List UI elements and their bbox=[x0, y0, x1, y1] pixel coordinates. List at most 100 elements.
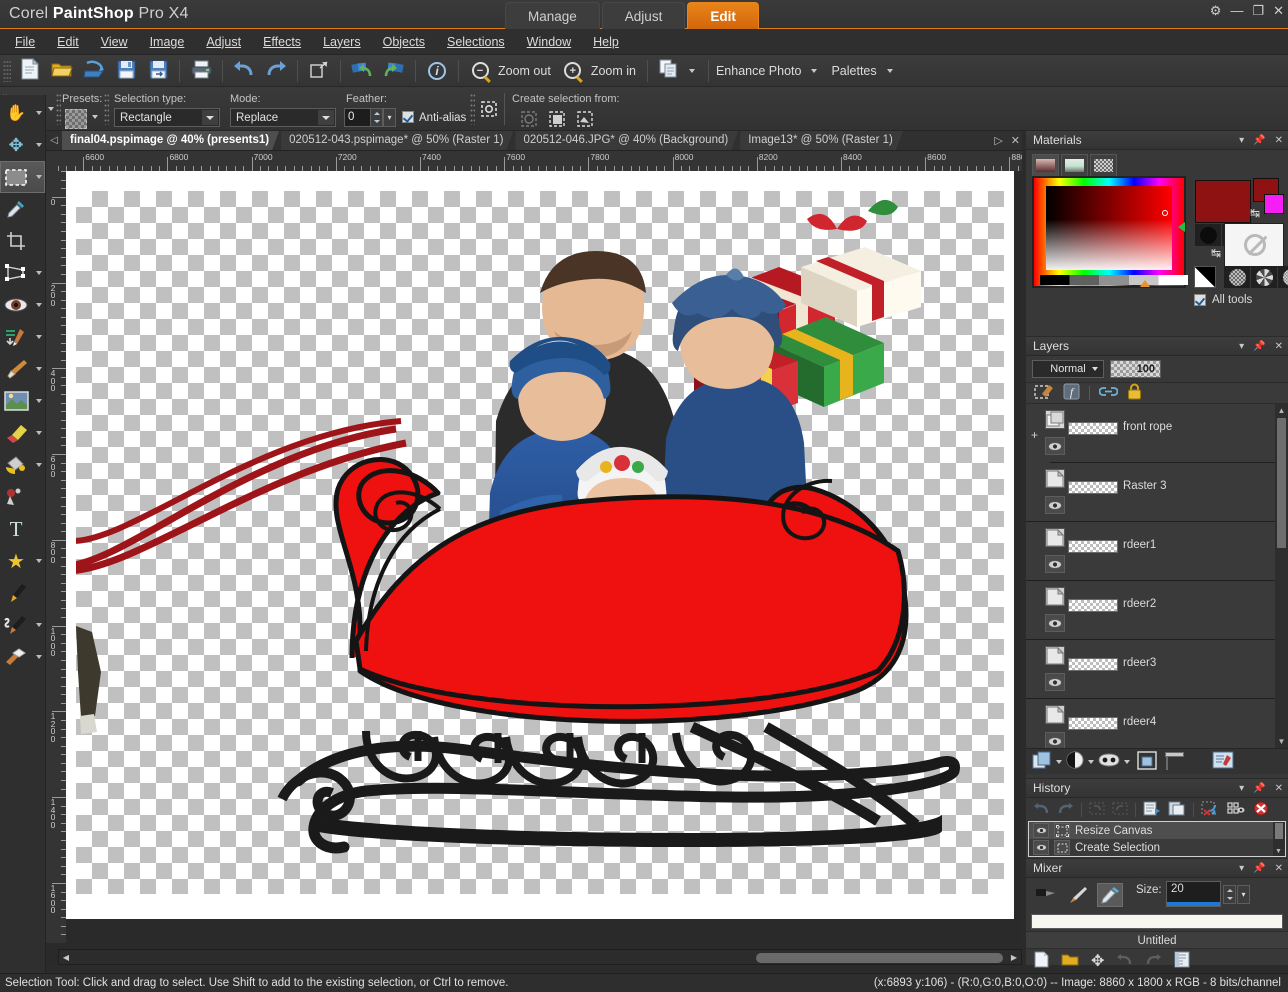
lock-layers-icon[interactable] bbox=[1127, 383, 1142, 403]
layer-group-expand-icon[interactable]: + bbox=[1031, 428, 1038, 442]
menu-selections[interactable]: Selections bbox=[436, 32, 516, 52]
duplicate-button[interactable] bbox=[653, 56, 685, 86]
layer-visibility-toggle[interactable] bbox=[1045, 614, 1065, 632]
image-canvas[interactable] bbox=[66, 171, 1014, 919]
foreground-color-swatch[interactable] bbox=[1195, 180, 1251, 223]
active-tool-chevron-down-icon[interactable] bbox=[48, 107, 54, 111]
swap-colors-icon[interactable]: ↹ bbox=[1250, 206, 1260, 220]
warp-flyout-arrow[interactable] bbox=[36, 623, 42, 627]
tool-selection[interactable] bbox=[0, 161, 45, 193]
layer-properties-button[interactable] bbox=[1212, 751, 1234, 772]
tab-manage[interactable]: Manage bbox=[505, 2, 600, 29]
layer-opacity-slider[interactable]: 100 bbox=[1110, 360, 1161, 378]
history-list[interactable]: Resize Canvas Create Selection ▼ bbox=[1028, 821, 1286, 857]
history-selective-undo-icon[interactable] bbox=[1089, 802, 1105, 818]
redo-button[interactable] bbox=[260, 56, 292, 86]
vertical-ruler[interactable]: 0 200 400 600 800 1000 1200 1400 1600 bbox=[46, 171, 66, 943]
reset-black-white-button[interactable] bbox=[1194, 266, 1216, 288]
all-tools-checkbox[interactable] bbox=[1194, 294, 1206, 306]
unmix-button[interactable] bbox=[1116, 953, 1133, 969]
redo-all-button[interactable] bbox=[378, 56, 410, 86]
history-scroll-thumb[interactable] bbox=[1275, 823, 1283, 839]
materials-pin-icon[interactable]: 📌 bbox=[1253, 135, 1265, 146]
antialias-checkbox[interactable] bbox=[402, 111, 414, 123]
history-undo-icon[interactable] bbox=[1033, 802, 1050, 818]
merge-layers-button[interactable] bbox=[1137, 750, 1157, 773]
history-scroll-down-arrow[interactable]: ▼ bbox=[1275, 848, 1282, 855]
tool-makeover[interactable] bbox=[0, 321, 45, 353]
selection-type-select[interactable]: Rectangle bbox=[114, 108, 220, 127]
tool-picture-tube[interactable] bbox=[0, 481, 45, 513]
layer-row-front-rope[interactable]: front rope bbox=[1045, 404, 1288, 463]
menu-help[interactable]: Help bbox=[582, 32, 630, 52]
history-item-resize-canvas[interactable]: Resize Canvas bbox=[1029, 822, 1285, 839]
enhance-photo-chevron-down-icon[interactable] bbox=[811, 68, 818, 73]
toolbar-grip[interactable] bbox=[3, 59, 11, 82]
layer-row-rdeer2[interactable]: rdeer2 bbox=[1026, 581, 1288, 640]
smooth-flyout-arrow[interactable] bbox=[36, 655, 42, 659]
menu-window[interactable]: Window bbox=[516, 32, 582, 52]
link-layers-icon[interactable] bbox=[1098, 384, 1119, 402]
move-flyout-arrow[interactable] bbox=[36, 143, 42, 147]
save-as-button[interactable] bbox=[142, 56, 174, 86]
bg-solid-color-button[interactable] bbox=[1224, 266, 1250, 288]
print-button[interactable] bbox=[185, 56, 217, 86]
history-redo-icon[interactable] bbox=[1057, 802, 1074, 818]
menu-image[interactable]: Image bbox=[139, 32, 196, 52]
bg-pattern-button[interactable] bbox=[1278, 266, 1288, 288]
layer-visibility-toggle[interactable] bbox=[1045, 673, 1065, 691]
redeye-flyout-arrow[interactable] bbox=[36, 303, 42, 307]
eraser-flyout-arrow[interactable] bbox=[36, 431, 42, 435]
bg-gradient-button[interactable] bbox=[1251, 266, 1277, 288]
tool-pan[interactable]: ✋ bbox=[0, 97, 45, 129]
fg-solid-color-button[interactable] bbox=[1195, 224, 1221, 246]
custom-selection-button[interactable] bbox=[478, 99, 500, 121]
hue-ring[interactable] bbox=[1034, 178, 1185, 287]
new-mixer-page-button[interactable] bbox=[1034, 951, 1049, 971]
menu-adjust[interactable]: Adjust bbox=[195, 32, 252, 52]
zoom-in-label[interactable]: Zoom in bbox=[589, 64, 642, 78]
tool-eraser[interactable] bbox=[0, 417, 45, 449]
open-mixer-page-button[interactable] bbox=[1061, 952, 1079, 970]
menu-edit[interactable]: Edit bbox=[46, 32, 90, 52]
layer-visibility-toggle[interactable] bbox=[1045, 555, 1065, 573]
layer-row-raster-3[interactable]: Raster 3 bbox=[1026, 463, 1288, 522]
mixer-pin-icon[interactable]: 📌 bbox=[1253, 863, 1265, 874]
blend-mode-select[interactable]: Normal bbox=[1032, 360, 1104, 378]
history-item-create-selection[interactable]: Create Selection bbox=[1029, 839, 1285, 856]
layer-effects-icon[interactable]: f bbox=[1063, 383, 1080, 403]
save-button[interactable] bbox=[110, 56, 142, 86]
history-toggle-icon[interactable] bbox=[1227, 801, 1245, 819]
doctab-020512-046[interactable]: 020512-046.JPG* @ 40% (Background) bbox=[515, 131, 738, 150]
mixer-size-input[interactable]: 20 bbox=[1166, 881, 1221, 907]
layers-pin-icon[interactable]: 📌 bbox=[1253, 341, 1265, 352]
layers-list[interactable]: + front rope Raster 3 rdeer1 rdeer2 rdee… bbox=[1026, 404, 1288, 748]
history-scrollbar[interactable]: ▼ bbox=[1273, 822, 1285, 856]
saturation-value-box[interactable] bbox=[1046, 186, 1172, 270]
materials-tab-pattern[interactable] bbox=[1090, 154, 1117, 176]
tab-adjust[interactable]: Adjust bbox=[601, 2, 686, 29]
selection-from-opacity-button[interactable] bbox=[546, 109, 568, 131]
minimize-icon[interactable]: — bbox=[1230, 4, 1243, 18]
new-adjustment-layer-button[interactable] bbox=[1066, 751, 1084, 772]
secondary-color-swatch[interactable] bbox=[1264, 194, 1284, 214]
layer-visibility-toggle[interactable] bbox=[1045, 732, 1065, 748]
feather-stepper-up[interactable] bbox=[371, 109, 382, 117]
revert-button[interactable] bbox=[303, 56, 335, 86]
doctab-image13[interactable]: Image13* @ 50% (Raster 1) bbox=[740, 131, 903, 150]
new-adjustment-chevron-down-icon[interactable] bbox=[1088, 759, 1094, 764]
tool-pen[interactable] bbox=[0, 577, 45, 609]
grayscale-strip[interactable] bbox=[1040, 275, 1188, 285]
tool-paint-brush[interactable] bbox=[0, 353, 45, 385]
new-layer-chevron-down-icon[interactable] bbox=[1056, 759, 1062, 764]
shape-flyout-arrow[interactable] bbox=[36, 559, 42, 563]
mixer-size-down[interactable] bbox=[1224, 894, 1235, 902]
doctab-final04[interactable]: final04.pspimage @ 40% (presents1) bbox=[62, 131, 279, 150]
edit-selection-icon[interactable] bbox=[1034, 384, 1054, 403]
history-visibility-toggle[interactable] bbox=[1033, 823, 1049, 838]
mixer-size-popout[interactable]: ▾ bbox=[1237, 885, 1250, 904]
pan-flyout-arrow[interactable] bbox=[36, 111, 42, 115]
layer-row-rdeer3[interactable]: rdeer3 bbox=[1026, 640, 1288, 699]
mixer-brush-button[interactable] bbox=[1065, 883, 1091, 907]
menu-layers[interactable]: Layers bbox=[312, 32, 372, 52]
